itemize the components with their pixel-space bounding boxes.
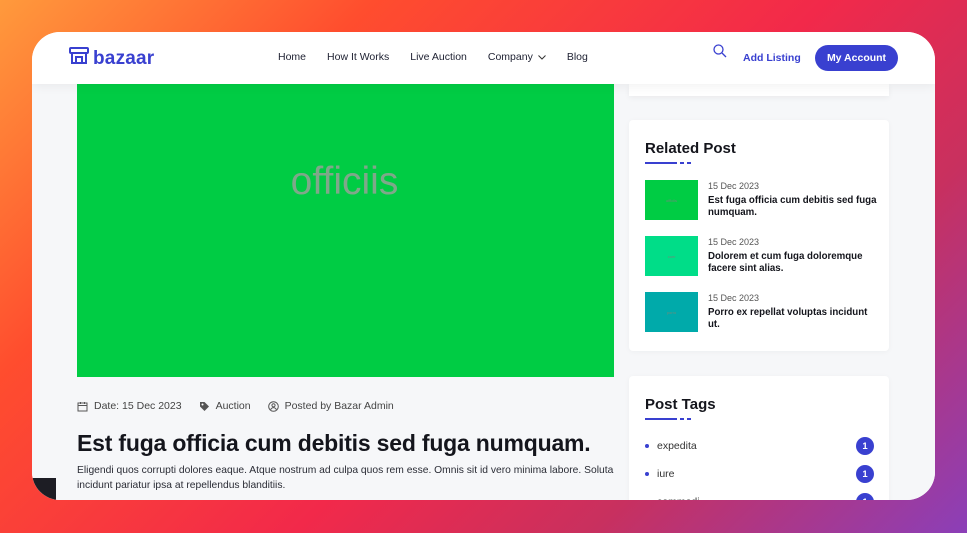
browser-frame: bazaar Home How It Works Live Auction Co… [32, 32, 935, 500]
related-date: 15 Dec 2023 [708, 293, 760, 303]
hero-image-label: officiis [290, 160, 399, 203]
hero-image: officiis [77, 84, 614, 377]
nav-how-it-works[interactable]: How It Works [327, 51, 389, 63]
add-listing-link[interactable]: Add Listing [743, 52, 801, 64]
logo-text: bazaar [93, 47, 155, 69]
related-item[interactable]: officiis 15 Dec 2023 Est fuga officia cu… [645, 180, 880, 222]
tag-item[interactable]: iure 1 [645, 464, 874, 484]
calendar-icon [77, 401, 88, 411]
nav-company-label: Company [487, 51, 533, 63]
nav-home[interactable]: Home [278, 51, 306, 63]
my-account-button[interactable]: My Account [815, 45, 898, 71]
tag-count-badge: 1 [856, 465, 874, 483]
bullet-dot [645, 472, 649, 476]
meta-author: Posted by Bazar Admin [267, 400, 394, 412]
search-icon[interactable] [713, 44, 727, 63]
meta-author-text: Posted by Bazar Admin [284, 400, 394, 412]
nav-live-auction[interactable]: Live Auction [410, 51, 467, 63]
logo[interactable]: bazaar [69, 47, 154, 70]
related-title[interactable]: Est fuga officia cum debitis sed fuga nu… [708, 195, 878, 219]
related-item[interactable]: porro 15 Dec 2023 Porro ex repellat volu… [645, 292, 880, 334]
meta-date: Date: 15 Dec 2023 [77, 400, 182, 412]
post-title: Est fuga officia cum debitis sed fuga nu… [77, 430, 591, 456]
tag-count-badge: 1 [856, 437, 874, 455]
main-nav: Home How It Works Live Auction Company B… [278, 51, 588, 63]
chevron-down-icon [537, 54, 546, 60]
post-excerpt: Eligendi quos corrupti dolores eaque. At… [77, 465, 614, 491]
tag-name[interactable]: commodi [657, 496, 700, 500]
post-tags-card: Post Tags expedita 1 iure 1 commodi 1 [629, 376, 889, 500]
tag-item[interactable]: commodi 1 [645, 492, 874, 500]
nav-company[interactable]: Company [488, 51, 546, 63]
user-icon [267, 400, 279, 412]
related-thumb-label: cum [667, 253, 676, 259]
side-widget-tab[interactable] [32, 478, 56, 500]
related-thumb: officiis [645, 180, 698, 220]
post-meta: Date: 15 Dec 2023 Auction Posted by Baza… [77, 400, 394, 412]
tag-icon [199, 401, 209, 411]
related-post-card: Related Post officiis 15 Dec 2023 Est fu… [629, 120, 889, 351]
title-underline [645, 162, 691, 164]
site-header: bazaar Home How It Works Live Auction Co… [32, 32, 935, 84]
related-thumb: porro [645, 292, 698, 332]
related-thumb-label: porro [666, 309, 677, 315]
tag-name[interactable]: iure [657, 468, 675, 480]
meta-category[interactable]: Auction [199, 400, 251, 412]
related-title[interactable]: Porro ex repellat voluptas incidunt ut. [708, 307, 878, 331]
meta-date-text: Date: 15 Dec 2023 [94, 400, 182, 412]
related-item[interactable]: cum 15 Dec 2023 Dolorem et cum fuga dolo… [645, 236, 880, 278]
sidebar-top-card [629, 84, 889, 96]
related-thumb: cum [645, 236, 698, 276]
nav-blog[interactable]: Blog [567, 51, 588, 63]
tag-item[interactable]: expedita 1 [645, 436, 874, 456]
tag-name[interactable]: expedita [657, 440, 697, 452]
title-underline [645, 418, 691, 420]
related-date: 15 Dec 2023 [708, 181, 760, 191]
related-post-title: Related Post [645, 140, 736, 157]
related-date: 15 Dec 2023 [708, 237, 760, 247]
related-thumb-label: officiis [665, 197, 678, 203]
bullet-dot [645, 444, 649, 448]
meta-category-text: Auction [215, 400, 251, 412]
store-icon [69, 47, 89, 70]
tag-count-badge: 1 [856, 493, 874, 500]
post-tags-title: Post Tags [645, 396, 716, 413]
related-title[interactable]: Dolorem et cum fuga doloremque facere si… [708, 251, 878, 275]
